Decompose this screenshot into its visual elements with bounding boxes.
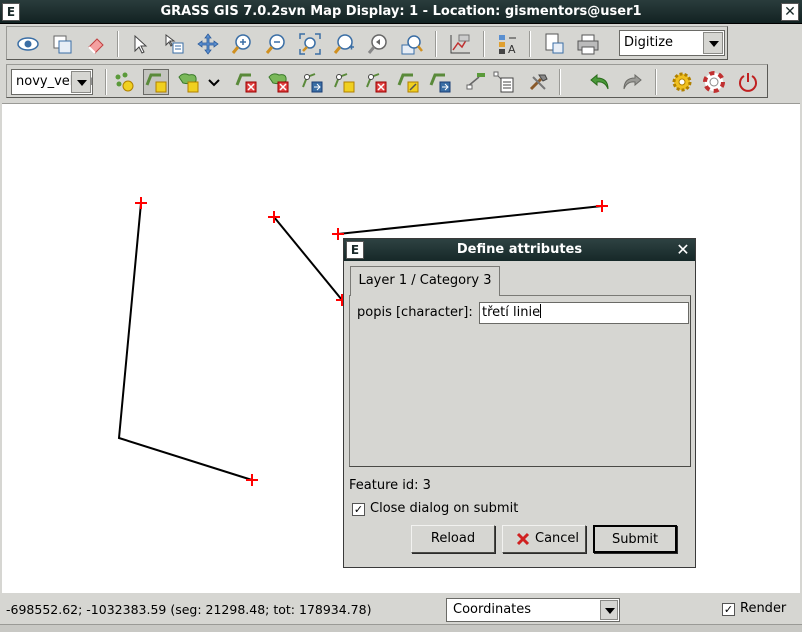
analyze-icon[interactable] [447, 31, 473, 57]
reload-button[interactable]: Reload [411, 525, 495, 553]
render-checkbox[interactable]: ✓ [722, 603, 735, 616]
remove-vertex-icon[interactable] [363, 69, 389, 95]
define-attributes-dialog: E Define attributes ✕ Layer 1 / Category… [343, 238, 696, 568]
settings-icon[interactable] [669, 69, 695, 95]
close-on-submit-label: Close dialog on submit [370, 501, 519, 516]
vector-map-select[interactable]: novy_vektor [11, 69, 93, 95]
chevron-down-icon[interactable] [600, 600, 618, 620]
undo-icon[interactable] [587, 69, 613, 95]
chevron-down-icon[interactable] [71, 71, 91, 93]
window-bottom-edge [0, 624, 802, 632]
vertex-marker [135, 197, 147, 209]
legend-icon[interactable]: A [495, 31, 521, 57]
add-point-icon[interactable] [111, 69, 137, 95]
window-titlebar: E GRASS GIS 7.0.2svn Map Display: 1 - Lo… [0, 0, 802, 24]
delete-line-icon[interactable] [233, 69, 259, 95]
attribute-input[interactable]: třetí linie [479, 302, 689, 324]
layer-refresh-icon[interactable] [49, 31, 75, 57]
tab-layer-category[interactable]: Layer 1 / Category 3 [350, 266, 500, 296]
statusbar-mode-select[interactable]: Coordinates [446, 598, 620, 622]
cancel-button[interactable]: Cancel [502, 525, 586, 553]
attribute-value: třetí linie [482, 305, 541, 320]
pointer-icon[interactable] [127, 31, 153, 57]
eye-icon[interactable] [15, 31, 41, 57]
zoom-region-icon[interactable] [331, 31, 357, 57]
attributes-icon[interactable] [491, 69, 517, 95]
dialog-title: Define attributes [456, 242, 583, 257]
add-area-icon[interactable] [175, 69, 201, 95]
additional-tools-icon[interactable] [525, 69, 551, 95]
attribute-label: popis [character]: [357, 305, 473, 320]
attributes-panel: popis [character]: třetí linie [349, 295, 691, 467]
dialog-titlebar: E Define attributes ✕ [344, 239, 695, 261]
vertex-marker [596, 200, 608, 212]
display-cats-icon[interactable] [463, 69, 489, 95]
close-on-submit-checkbox[interactable]: ✓ [352, 503, 365, 516]
eraser-icon[interactable] [83, 31, 109, 57]
query-icon[interactable] [161, 31, 187, 57]
window-title: GRASS GIS 7.0.2svn Map Display: 1 - Loca… [160, 4, 642, 19]
add-line-icon[interactable] [143, 69, 169, 95]
window-close-button[interactable]: ✕ [781, 3, 799, 21]
vector-line-2[interactable] [273, 216, 343, 301]
help-icon[interactable] [701, 69, 727, 95]
digitizer-toolbar: novy_vektor [6, 64, 768, 98]
zoom-extent-icon[interactable] [297, 31, 323, 57]
delete-area-icon[interactable] [265, 69, 291, 95]
map-mode-select-value: Digitize [624, 35, 674, 50]
quit-icon[interactable] [735, 69, 761, 95]
vector-line-1[interactable] [117, 202, 253, 481]
map-toolbar: A Digitize [6, 26, 728, 60]
cancel-icon [516, 532, 530, 546]
move-feature-icon[interactable] [427, 69, 453, 95]
cancel-label: Cancel [535, 531, 580, 546]
render-label: Render [740, 601, 787, 616]
vector-line-3[interactable] [337, 205, 603, 235]
vertex-marker [246, 474, 258, 486]
print-icon[interactable] [575, 31, 601, 57]
statusbar-mode-value: Coordinates [453, 602, 532, 617]
submit-button[interactable]: Submit [593, 525, 677, 553]
pan-icon[interactable] [195, 31, 221, 57]
save-image-icon[interactable] [541, 31, 567, 57]
zoom-in-icon[interactable] [229, 31, 255, 57]
close-icon[interactable]: ✕ [674, 241, 692, 259]
feature-id-label: Feature id: 3 [349, 478, 431, 493]
redo-icon[interactable] [619, 69, 645, 95]
zoom-out-icon[interactable] [263, 31, 289, 57]
dropdown-icon[interactable] [205, 69, 223, 95]
svg-text:A: A [508, 43, 516, 55]
map-mode-select[interactable]: Digitize [619, 30, 725, 56]
coordinates-readout: -698552.62; -1032383.59 (seg: 21298.48; … [6, 602, 372, 617]
zoom-back-icon[interactable] [365, 31, 391, 57]
add-vertex-icon[interactable] [331, 69, 357, 95]
chevron-down-icon[interactable] [703, 32, 723, 54]
statusbar: -698552.62; -1032383.59 (seg: 21298.48; … [0, 596, 802, 624]
edit-line-icon[interactable] [395, 69, 421, 95]
move-vertex-icon[interactable] [299, 69, 325, 95]
zoom-layer-icon[interactable] [399, 31, 425, 57]
